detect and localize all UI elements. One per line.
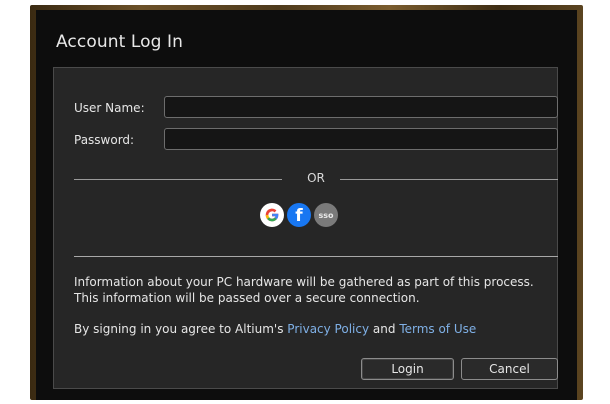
or-divider-right-line	[340, 179, 558, 180]
google-icon	[265, 208, 279, 222]
or-label: OR	[307, 171, 325, 185]
agree-and: and	[372, 322, 396, 336]
dialog-title: Account Log In	[56, 32, 183, 52]
username-label: User Name:	[74, 101, 145, 115]
section-divider	[74, 256, 558, 257]
or-divider: OR	[74, 171, 558, 187]
facebook-login-button[interactable]: f	[287, 203, 311, 227]
privacy-policy-link[interactable]: Privacy Policy	[287, 322, 369, 336]
google-login-button[interactable]	[260, 203, 284, 227]
cancel-button[interactable]: Cancel	[461, 358, 558, 380]
password-label: Password:	[74, 133, 135, 147]
sso-login-button[interactable]: sso	[314, 203, 338, 227]
sso-icon: sso	[318, 210, 334, 220]
facebook-icon: f	[295, 206, 303, 226]
login-button[interactable]: Login	[361, 358, 454, 380]
password-input[interactable]	[164, 128, 558, 150]
login-dialog: Account Log In User Name: Password: OR f…	[36, 10, 577, 400]
terms-agreement: By signing in you agree to Altium's Priv…	[74, 322, 476, 336]
terms-of-use-link[interactable]: Terms of Use	[399, 322, 476, 336]
agree-prefix: By signing in you agree to Altium's	[74, 322, 284, 336]
hardware-notice: Information about your PC hardware will …	[74, 275, 534, 305]
username-input[interactable]	[164, 96, 558, 118]
login-panel: User Name: Password: OR f sso Informatio…	[53, 67, 558, 389]
